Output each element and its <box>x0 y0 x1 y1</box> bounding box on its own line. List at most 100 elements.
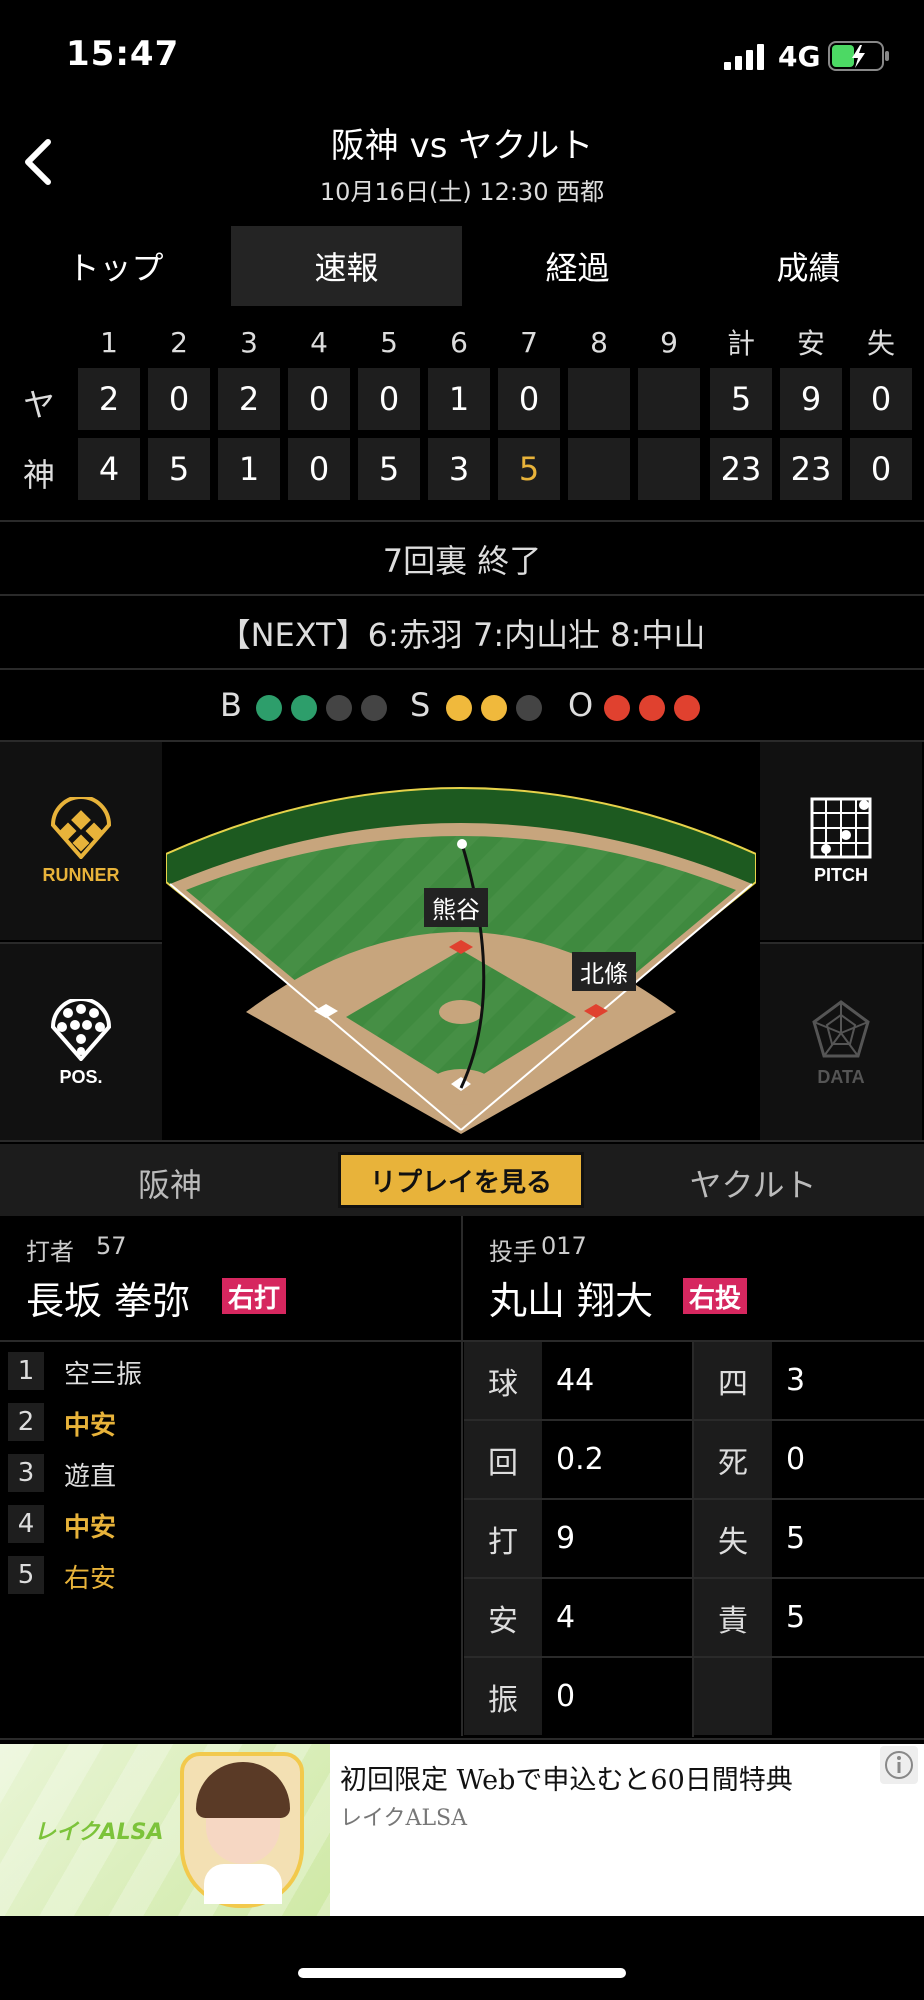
balls-label: B <box>220 686 242 724</box>
pitcher-stat-value: 0 <box>786 1442 806 1477</box>
at-bat-number: 5 <box>8 1556 44 1594</box>
radar-chart-icon <box>812 999 870 1057</box>
next-batters: 【NEXT】6:赤羽 7:内山壮 8:中山 <box>218 616 706 654</box>
grid-line <box>464 1498 924 1500</box>
pitcher-stat-value: 5 <box>786 1521 806 1556</box>
pitcher-stat-key: 失 <box>694 1500 772 1577</box>
batter-badge: 右打 <box>222 1278 287 1314</box>
grid-line <box>464 1577 924 1579</box>
pitch-button[interactable]: PITCH <box>760 742 922 940</box>
pitcher-stat-value: 4 <box>556 1600 576 1635</box>
field-diagram <box>165 787 757 1134</box>
scoreboard-col-header: 安 <box>796 327 825 360</box>
baseball-field: 熊谷 北條 <box>165 742 757 1140</box>
scoreboard-cell: 2 <box>78 368 140 430</box>
ad-person-image <box>180 1752 304 1908</box>
data-button[interactable]: DATA <box>760 944 922 1142</box>
grid-line <box>692 1342 694 1737</box>
scoreboard-cell: 0 <box>850 438 912 500</box>
signal-icon <box>724 44 764 70</box>
inning-status: 7回裏 終了 <box>382 542 542 580</box>
page-title: 阪神 vs ヤクルト <box>330 126 594 166</box>
network-type: 4G <box>778 40 821 73</box>
divider <box>0 1738 924 1740</box>
pitcher-name: 丸山 翔大 <box>489 1279 654 1323</box>
ad-image: レイクALSA <box>0 1744 330 1916</box>
ball-strike-out-count: B S O <box>0 682 924 728</box>
scoreboard-cell: 0 <box>498 368 560 430</box>
ad-logo: レイクALSA <box>34 1820 164 1845</box>
ad-banner[interactable]: レイクALSA 初回限定 Webで申込むと60日間特典 レイクALSA <box>0 1744 924 1916</box>
at-bat-result: 遊直 <box>64 1462 117 1492</box>
tab-live[interactable]: 速報 <box>231 226 462 306</box>
fielder-label-right: 北條 <box>572 952 636 991</box>
tab-stats[interactable]: 成績 <box>693 226 924 306</box>
batter-panel: 打者 57 長坂 拳弥 右打 <box>0 1216 460 1340</box>
batter-role: 打者 <box>26 1238 74 1266</box>
tab-bar: トップ 速報 経過 成績 <box>0 226 924 306</box>
scoreboard-col-header: 1 <box>100 325 118 359</box>
scoreboard-cell <box>568 368 630 430</box>
fielder-label-center: 熊谷 <box>424 888 488 927</box>
pitcher-stat-value: 3 <box>786 1363 806 1398</box>
replay-button[interactable]: リプレイを見る <box>338 1152 584 1208</box>
scoreboard-cell: 3 <box>428 438 490 500</box>
ball-dot <box>291 695 317 721</box>
ball-dot <box>326 695 352 721</box>
away-team-button[interactable]: ヤクルト <box>582 1160 924 1206</box>
scoreboard-cell <box>638 438 700 500</box>
divider <box>0 1140 924 1142</box>
scoreboard-col-header: 7 <box>520 325 538 359</box>
battery-icon <box>828 41 889 71</box>
pitcher-stat-key: 打 <box>464 1500 542 1577</box>
at-bat-number: 1 <box>8 1352 44 1390</box>
at-bat-result: 中安 <box>64 1513 117 1543</box>
column-divider <box>461 1216 463 1736</box>
ball-dot <box>256 695 282 721</box>
at-bat-number: 3 <box>8 1454 44 1492</box>
at-bat-result: 空三振 <box>64 1360 143 1390</box>
scoreboard-cell: 9 <box>780 368 842 430</box>
positions-icon <box>50 998 112 1061</box>
at-bat-number: 4 <box>8 1505 44 1543</box>
strikes-label: S <box>410 686 431 724</box>
scoreboard-cell: 23 <box>710 438 772 500</box>
scoreboard-cell: 0 <box>288 438 350 500</box>
scoreboard-cell: 2 <box>218 368 280 430</box>
tab-progress[interactable]: 経過 <box>462 226 693 306</box>
scoreboard-cell <box>568 438 630 500</box>
ad-info-icon[interactable] <box>880 1746 918 1784</box>
pitcher-number: 017 <box>541 1232 587 1260</box>
scoreboard-cell: 0 <box>148 368 210 430</box>
runner-label: RUNNER <box>42 864 120 885</box>
scoreboard-col-header: 計 <box>726 327 755 360</box>
pitcher-panel: 投手 017 丸山 翔大 右投 <box>463 1216 924 1340</box>
pitcher-role: 投手 <box>489 1238 537 1266</box>
batter-number: 57 <box>96 1232 127 1260</box>
pitcher-stat-key: 振 <box>464 1658 542 1735</box>
scoreboard-cell: 23 <box>780 438 842 500</box>
data-label: DATA <box>817 1066 865 1087</box>
home-team-button[interactable]: 阪神 <box>0 1160 340 1206</box>
scoreboard-cell: 5 <box>148 438 210 500</box>
batter-name: 長坂 拳弥 <box>26 1279 191 1323</box>
out-dot <box>674 695 700 721</box>
pitcher-badge: 右投 <box>683 1278 748 1314</box>
positions-button[interactable]: POS. <box>0 944 162 1142</box>
pitcher-stat-key: 球 <box>464 1342 542 1419</box>
grid-line <box>464 1419 924 1421</box>
pitcher-stat-value: 5 <box>786 1600 806 1635</box>
runner-button[interactable]: RUNNER <box>0 742 162 940</box>
team-bar: 阪神 リプレイを見る ヤクルト <box>0 1144 924 1216</box>
pitcher-stat-empty <box>694 1658 772 1735</box>
scoreboard-col-header: 失 <box>866 327 895 360</box>
tab-top[interactable]: トップ <box>0 226 231 306</box>
strike-dot <box>446 695 472 721</box>
scoreboard-cell: 5 <box>358 438 420 500</box>
outs-label: O <box>568 686 594 724</box>
ball-dot <box>361 695 387 721</box>
scoreboard-col-header: 9 <box>660 325 678 359</box>
scoreboard-col-header: 5 <box>380 325 398 359</box>
status-bar: 15:47 4G <box>0 0 924 110</box>
home-indicator[interactable] <box>298 1968 626 1978</box>
